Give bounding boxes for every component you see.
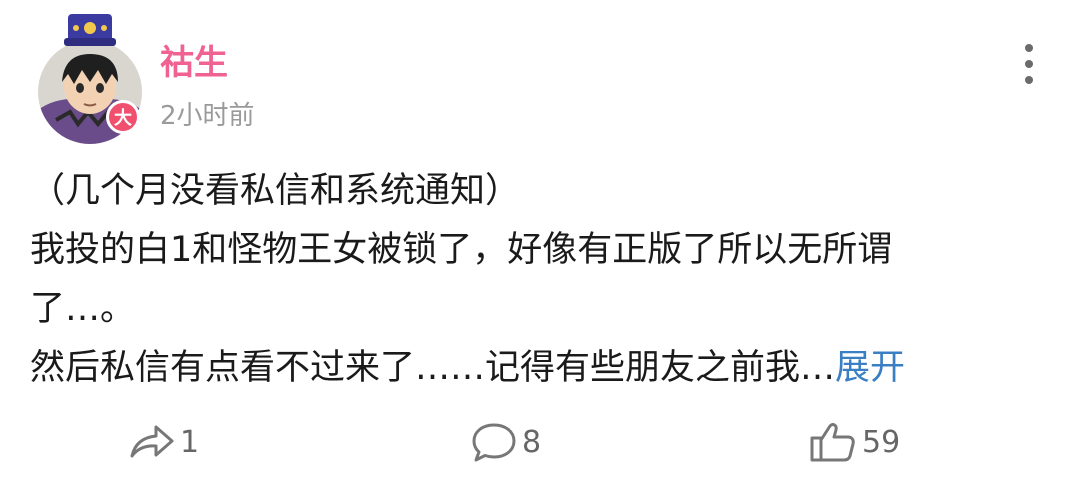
more-vertical-icon-dot bbox=[1025, 60, 1033, 68]
post-line: （几个月没看私信和系统通知） bbox=[30, 171, 521, 211]
more-options-button[interactable] bbox=[1014, 42, 1044, 86]
post-line-text: 然后私信有点看不过来了……记得有些朋友之前我… bbox=[30, 348, 836, 388]
more-vertical-icon bbox=[1025, 44, 1033, 52]
post-line: 我投的白1和怪物王女被锁了，好像有正版了所以无所谓 bbox=[30, 230, 893, 270]
post-content[interactable]: （几个月没看私信和系统通知） 我投的白1和怪物王女被锁了，好像有正版了所以无所谓… bbox=[30, 162, 1050, 398]
share-button[interactable]: 1 bbox=[128, 410, 199, 474]
username[interactable]: 祜生 bbox=[160, 40, 228, 86]
like-button[interactable]: 59 bbox=[808, 410, 900, 474]
avatar-container[interactable]: 大 bbox=[30, 12, 142, 157]
post-line-last: 然后私信有点看不过来了……记得有些朋友之前我…展开 bbox=[30, 339, 1050, 398]
like-count: 59 bbox=[862, 424, 901, 460]
thumbs-up-icon bbox=[810, 423, 855, 462]
share-count: 1 bbox=[180, 424, 200, 460]
expand-link[interactable]: 展开 bbox=[835, 348, 905, 388]
comment-icon bbox=[472, 423, 516, 462]
comment-count: 8 bbox=[522, 424, 542, 460]
more-vertical-icon-dot bbox=[1025, 76, 1033, 84]
post-timestamp: 2小时前 bbox=[160, 101, 255, 131]
level-badge: 大 bbox=[106, 100, 140, 134]
hat-icon bbox=[64, 14, 116, 46]
comment-button[interactable]: 8 bbox=[470, 410, 541, 474]
share-icon bbox=[130, 425, 174, 458]
action-bar: 1 8 59 bbox=[0, 410, 1080, 474]
post-line: 了…。 bbox=[30, 289, 136, 329]
